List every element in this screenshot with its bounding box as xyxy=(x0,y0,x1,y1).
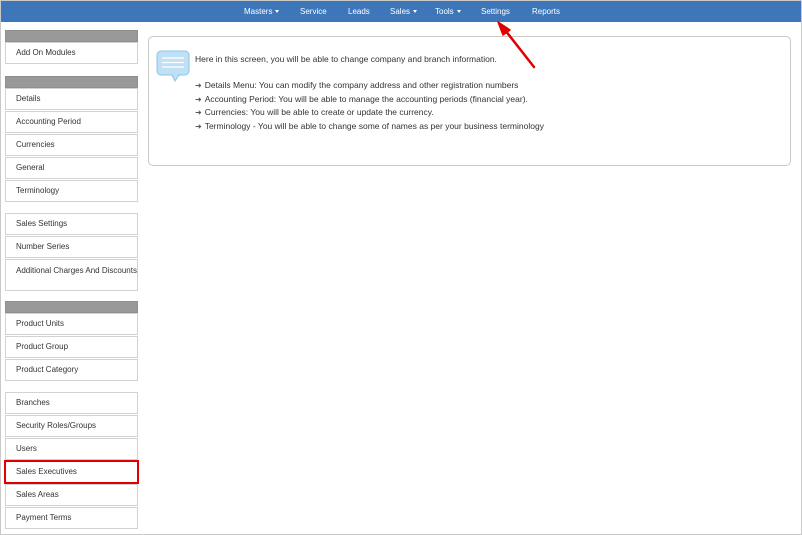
sidebar-group-header xyxy=(5,76,138,88)
nav-sales-label: Sales xyxy=(390,7,411,16)
nav-settings[interactable]: Settings xyxy=(481,1,510,22)
nav-reports[interactable]: Reports xyxy=(532,1,560,22)
sidebar-item-terminology[interactable]: Terminology xyxy=(5,180,138,202)
sidebar-item-additional-charges[interactable]: Additional Charges And Discounts xyxy=(5,259,138,291)
nav-service[interactable]: Service xyxy=(300,1,327,22)
sidebar-group-header xyxy=(5,30,138,42)
info-bullet: ➜ Accounting Period: You will be able to … xyxy=(195,93,544,107)
chevron-down-icon xyxy=(413,10,418,14)
sidebar-item-product-units[interactable]: Product Units xyxy=(5,313,138,335)
chevron-down-icon xyxy=(456,10,461,14)
sidebar-item-sales-areas[interactable]: Sales Areas xyxy=(5,484,138,506)
info-bullet-text: Terminology - You will be able to change… xyxy=(204,120,544,131)
nav-reports-label: Reports xyxy=(532,7,561,16)
nav-leads-label: Leads xyxy=(348,7,370,16)
info-bullet-text: Currencies: You will be able to create o… xyxy=(204,107,434,117)
info-bullet-list: ➜ Details Menu: You can modify the compan… xyxy=(195,79,544,133)
sidebar-group-products: Product Units Product Group Product Cate… xyxy=(5,301,138,381)
info-bullet: ➜ Details Menu: You can modify the compan… xyxy=(195,79,544,93)
arrow-right-icon: ➜ xyxy=(195,81,202,90)
sidebar-item-accounting-period[interactable]: Accounting Period xyxy=(5,111,138,133)
nav-service-label: Service xyxy=(300,7,327,16)
info-panel: Here in this screen, you will be able to… xyxy=(148,36,791,166)
info-bullet-text: Details Menu: You can modify the company… xyxy=(204,80,519,90)
sidebar-item-number-series[interactable]: Number Series xyxy=(5,236,138,258)
sidebar-group-header xyxy=(5,301,138,313)
sidebar-item-branches[interactable]: Branches xyxy=(5,392,138,414)
sidebar-item-product-category[interactable]: Product Category xyxy=(5,359,138,381)
sidebar-item-security-roles[interactable]: Security Roles/Groups xyxy=(5,415,138,437)
arrow-right-icon: ➜ xyxy=(195,121,202,131)
nav-leads[interactable]: Leads xyxy=(348,1,370,22)
info-intro-text: Here in this screen, you will be able to… xyxy=(195,54,497,64)
sidebar-item-details[interactable]: Details xyxy=(5,88,138,110)
sidebar-item-add-on-modules[interactable]: Add On Modules xyxy=(5,42,138,64)
sidebar-item-users[interactable]: Users xyxy=(5,438,138,460)
top-navigation-bar: Masters Service Leads Sales Tools Settin… xyxy=(1,1,801,22)
sidebar-group-company: Details Accounting Period Currencies Gen… xyxy=(5,76,138,202)
info-bullet: ➜ Terminology - You will be able to chang… xyxy=(195,120,544,134)
sidebar-item-product-group[interactable]: Product Group xyxy=(5,336,138,358)
nav-masters[interactable]: Masters xyxy=(244,1,280,22)
sidebar-item-sales-executives[interactable]: Sales Executives xyxy=(4,460,139,484)
arrow-right-icon: ➜ xyxy=(195,108,202,117)
info-bullet: ➜ Currencies: You will be able to create … xyxy=(195,106,544,120)
chevron-down-icon xyxy=(275,10,280,14)
sidebar-item-currencies[interactable]: Currencies xyxy=(5,134,138,156)
sidebar-group-sales: Sales Settings Number Series Additional … xyxy=(5,213,138,291)
arrow-right-icon: ➜ xyxy=(195,94,202,104)
sidebar-group-modules: Add On Modules xyxy=(5,30,138,64)
sidebar-item-payment-terms[interactable]: Payment Terms xyxy=(5,507,138,529)
nav-masters-label: Masters xyxy=(244,7,273,16)
nav-settings-label: Settings xyxy=(481,7,510,16)
info-bullet-text: Accounting Period: You will be able to m… xyxy=(204,93,528,104)
speech-bubble-icon xyxy=(156,50,190,82)
sidebar-item-general[interactable]: General xyxy=(5,157,138,179)
nav-sales[interactable]: Sales xyxy=(390,1,418,22)
sidebar-item-sales-settings[interactable]: Sales Settings xyxy=(5,213,138,235)
nav-tools-label: Tools xyxy=(435,7,454,16)
nav-tools[interactable]: Tools xyxy=(435,1,461,22)
sidebar-group-organization: Branches Security Roles/Groups Users Sal… xyxy=(4,392,139,529)
